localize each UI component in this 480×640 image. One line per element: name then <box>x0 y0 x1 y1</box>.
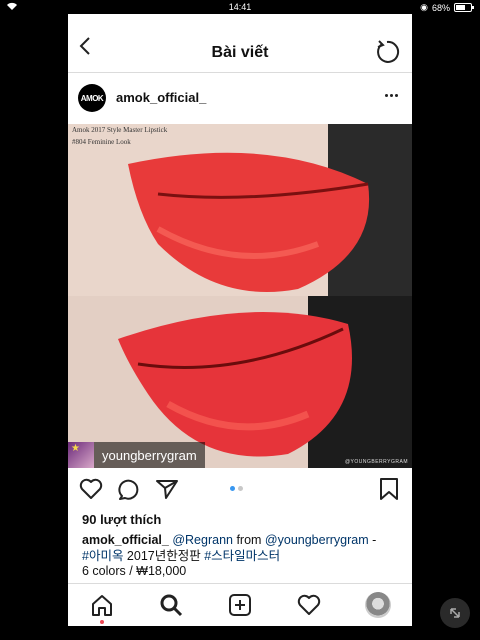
photo-watermark: @YOUNGBERRYGRAM <box>344 459 408 465</box>
activity-icon[interactable] <box>296 592 322 618</box>
add-icon[interactable] <box>227 592 253 618</box>
caption-text-limited: 2017년한정판 <box>123 549 205 563</box>
like-count[interactable]: 90 lượt thích <box>82 512 161 527</box>
heart-icon[interactable] <box>78 476 104 502</box>
regram-avatar <box>68 442 94 468</box>
caption-hashtag-amiok[interactable]: #아미옥 <box>82 549 123 563</box>
notification-dot <box>100 620 104 624</box>
caption-price-line: 6 colors / ₩18,000 <box>82 564 187 578</box>
carousel-dot <box>230 486 235 491</box>
carousel-indicator <box>230 486 243 491</box>
post-caption: amok_official_ @Regrann from @youngberry… <box>82 532 402 564</box>
carousel-dot <box>238 486 243 491</box>
rotation-lock-icon: ◉ <box>420 2 428 12</box>
battery-icon <box>454 3 474 12</box>
search-icon[interactable] <box>158 592 184 618</box>
caption-hashtag-stylemaster[interactable]: #스타일마스터 <box>204 549 280 563</box>
caption-dash: - <box>368 533 377 547</box>
status-time: 14:41 <box>228 2 252 12</box>
nav-bar: Bài viết <box>68 14 412 73</box>
refresh-icon[interactable] <box>374 39 400 65</box>
instagram-post-screen: Bài viết AMOK amok_official_ Amok 2017 S… <box>68 14 412 626</box>
caption-text-from: from <box>232 533 265 547</box>
caption-mention-regrann[interactable]: @Regrann <box>172 533 233 547</box>
comment-icon[interactable] <box>116 476 142 502</box>
profile-icon[interactable] <box>365 592 391 618</box>
post-actions <box>68 474 412 504</box>
caption-username[interactable]: amok_official_ <box>82 533 169 547</box>
share-icon[interactable] <box>154 476 180 502</box>
bottom-tab-bar <box>68 583 412 626</box>
more-icon[interactable] <box>385 94 398 97</box>
post-username[interactable]: amok_official_ <box>116 90 206 105</box>
caption-mention-youngberrygram[interactable]: @youngberrygram <box>265 533 369 547</box>
post-photo[interactable]: Amok 2017 Style Master Lipstick #804 Fem… <box>68 124 412 468</box>
lipstick-photo-illustration <box>68 124 412 468</box>
home-icon[interactable] <box>89 592 115 618</box>
status-bar: 14:41 ◉ 68% <box>0 0 480 14</box>
avatar[interactable]: AMOK <box>78 84 106 112</box>
regram-badge[interactable]: youngberrygram <box>68 442 205 468</box>
minimize-icon[interactable] <box>440 598 470 628</box>
bookmark-icon[interactable] <box>376 476 402 502</box>
post-header: AMOK amok_official_ <box>68 84 412 124</box>
regram-username: youngberrygram <box>102 447 197 463</box>
photo-caption-line1: Amok 2017 Style Master Lipstick <box>72 126 168 134</box>
battery-percent: 68% <box>431 2 450 13</box>
photo-caption-line2: #804 Feminine Look <box>72 138 131 146</box>
page-title: Bài viết <box>211 44 269 61</box>
